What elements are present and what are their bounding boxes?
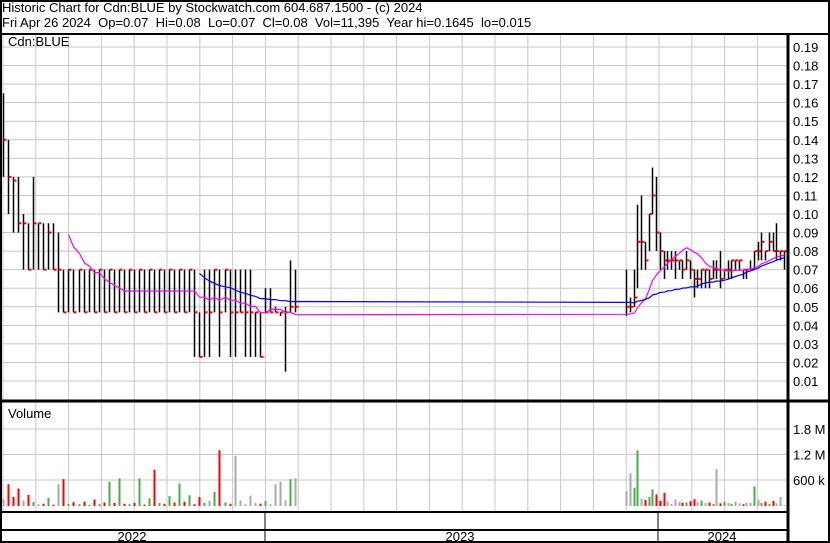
axis-labels: 0.01 0.02 0.03 0.04 0.05 0.06 0.07 0.08 0.09 0.10… (118, 40, 826, 543)
price-tick-label: 0.04 (793, 318, 818, 333)
year-label: 2023 (446, 529, 475, 543)
price-tick-label: 0.16 (793, 96, 818, 111)
price-tick-label: 0.03 (793, 337, 818, 352)
price-tick-label: 0.19 (793, 40, 818, 55)
volume-tick-label: 1.2 M (793, 448, 826, 463)
price-tick-label: 0.05 (793, 300, 818, 315)
volume-bars (2, 450, 786, 506)
volume-tick-label: 600 k (793, 473, 825, 488)
volume-panel-label: Volume (8, 406, 51, 421)
moving-averages (67, 234, 785, 316)
price-tick-label: 0.08 (793, 244, 818, 259)
price-tick-label: 0.13 (793, 151, 818, 166)
price-tick-label: 0.09 (793, 226, 818, 241)
price-tick-label: 0.15 (793, 114, 818, 129)
price-volume-chart: 0.01 0.02 0.03 0.04 0.05 0.06 0.07 0.08 0.09 0.10… (0, 0, 830, 543)
year-label: 2022 (118, 529, 147, 543)
price-tick-label: 0.02 (793, 355, 818, 370)
year-label: 2024 (708, 529, 737, 543)
symbol-label: Cdn:BLUE (8, 34, 70, 49)
price-tick-label: 0.01 (793, 374, 818, 389)
moving-average-short (67, 234, 785, 316)
price-tick-label: 0.10 (793, 207, 818, 222)
price-tick-label: 0.06 (793, 281, 818, 296)
price-tick-label: 0.07 (793, 263, 818, 278)
grid (0, 35, 788, 512)
price-tick-label: 0.12 (793, 170, 818, 185)
price-tick-label: 0.14 (793, 133, 818, 148)
price-tick-label: 0.18 (793, 59, 818, 74)
price-tick-label: 0.11 (793, 188, 817, 203)
price-tick-label: 0.17 (793, 77, 818, 92)
volume-tick-label: 1.8 M (793, 422, 826, 437)
